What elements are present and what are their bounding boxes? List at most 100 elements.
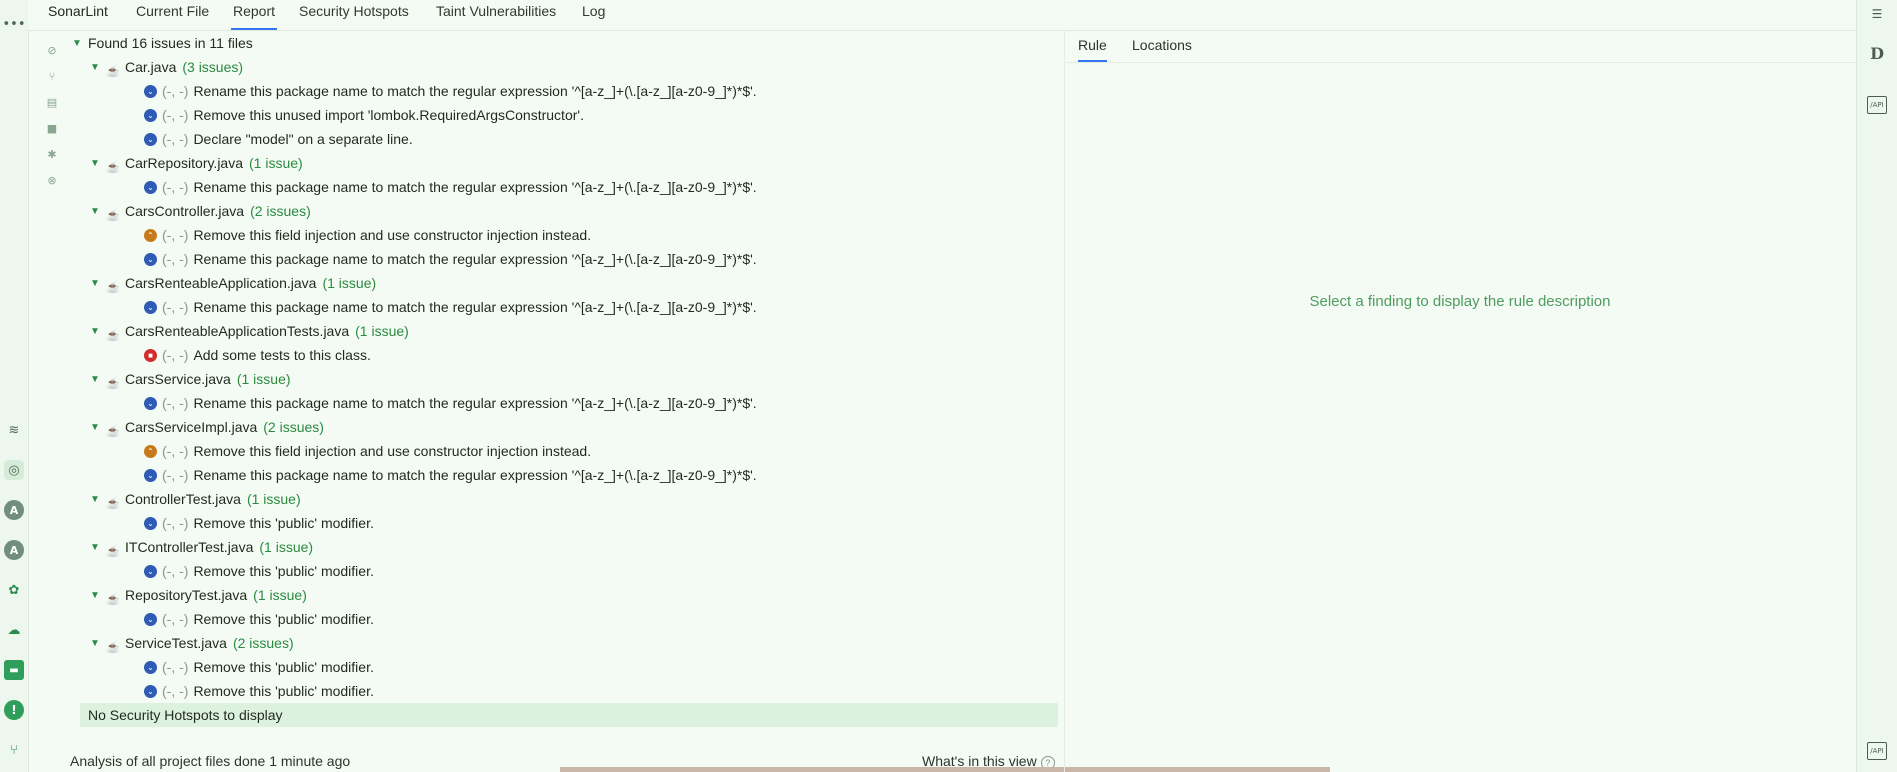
issue-row[interactable]: ⌄ (-, -) Remove this 'public' modifier. <box>144 656 374 680</box>
issue-count: (2 issues) <box>232 635 294 651</box>
severity-minor-icon: ⌄ <box>144 564 157 578</box>
file-name: Car.java <box>125 59 177 75</box>
file-name: CarRepository.java <box>125 155 244 171</box>
clear-icon[interactable]: ⊗ <box>44 172 60 188</box>
java-file-icon: ☕ <box>106 66 120 79</box>
chevron-down-icon[interactable]: ▼ <box>88 61 102 75</box>
file-node[interactable]: ▼ ☕ CarsController.java (2 issues) <box>88 200 311 224</box>
file-node[interactable]: ▼ ☕ CarsRenteableApplication.java (1 issue) <box>88 272 376 296</box>
chevron-down-icon[interactable]: ▼ <box>88 541 102 555</box>
settings-tools-icon[interactable]: ✱ <box>44 146 60 162</box>
ai-assistant-icon[interactable]: A <box>4 500 24 520</box>
folder-scope-icon[interactable]: ▤ <box>44 94 60 110</box>
vcs-changes-icon[interactable]: ⑂ <box>44 68 60 84</box>
issue-count: (1 issue) <box>355 323 409 339</box>
plugin-icon[interactable]: ✿ <box>4 580 24 600</box>
file-node[interactable]: ▼ ☕ ITControllerTest.java (1 issue) <box>88 536 313 560</box>
chevron-down-icon[interactable]: ▼ <box>88 493 102 507</box>
issue-row[interactable]: ■ (-, -) Add some tests to this class. <box>144 344 371 368</box>
severity-minor-icon: ⌄ <box>144 132 157 146</box>
file-name: ServiceTest.java <box>125 635 227 651</box>
file-node[interactable]: ▼ ☕ RepositoryTest.java (1 issue) <box>88 584 307 608</box>
chevron-down-icon[interactable]: ▼ <box>88 325 102 339</box>
issue-location: (-, -) <box>162 611 189 627</box>
panel-divider[interactable] <box>1064 30 1065 772</box>
java-file-icon: ☕ <box>106 594 120 607</box>
issue-count: (3 issues) <box>182 59 244 75</box>
issue-message: Remove this field injection and use cons… <box>193 443 592 459</box>
severity-minor-icon: ⌄ <box>144 300 157 314</box>
ai-assistant-alt-icon[interactable]: A <box>4 540 24 560</box>
issue-row[interactable]: ⌄ (-, -) Remove this 'public' modifier. <box>144 560 374 584</box>
issue-row[interactable]: ⌄ (-, -) Rename this package name to match… <box>144 392 757 416</box>
file-node[interactable]: ▼ ☕ ServiceTest.java (2 issues) <box>88 632 294 656</box>
issue-row[interactable]: ⌄ (-, -) Remove this 'public' modifier. <box>144 608 374 632</box>
severity-minor-icon: ⌄ <box>144 108 157 122</box>
stop-icon[interactable]: ■ <box>44 120 60 136</box>
issue-row[interactable]: ⌄ (-, -) Remove this 'public' modifier. <box>144 512 374 536</box>
file-node[interactable]: ▼ ☕ Car.java (3 issues) <box>88 56 243 80</box>
chevron-down-icon[interactable]: ▼ <box>88 157 102 171</box>
chevron-down-icon[interactable]: ▼ <box>88 589 102 603</box>
sonarlint-icon[interactable]: ◎ <box>4 460 24 480</box>
file-name: ControllerTest.java <box>125 491 241 507</box>
tab-locations[interactable]: Locations <box>1132 32 1192 60</box>
issue-message: Rename this package name to match the re… <box>193 179 757 195</box>
chevron-down-icon[interactable]: ▼ <box>88 205 102 219</box>
chevron-down-icon[interactable]: ▼ <box>88 637 102 651</box>
git-icon[interactable]: ⑂ <box>4 740 24 760</box>
issue-row[interactable]: ⌄ (-, -) Rename this package name to match… <box>144 248 757 272</box>
api-icon[interactable]: /API <box>1867 96 1887 114</box>
tab-report[interactable]: Report <box>231 0 278 30</box>
chevron-down-icon[interactable]: ▼ <box>88 373 102 387</box>
issue-row[interactable]: ⌄ (-, -) Declare "model" on a separate lin… <box>144 128 413 152</box>
issue-location: (-, -) <box>162 131 189 147</box>
issue-row[interactable]: ⌃ (-, -) Remove this field injection and u… <box>144 440 591 464</box>
file-node[interactable]: ▼ ☕ ControllerTest.java (1 issue) <box>88 488 301 512</box>
chevron-down-icon[interactable]: ▼ <box>88 421 102 435</box>
issue-row[interactable]: ⌃ (-, -) Remove this field injection and u… <box>144 224 591 248</box>
layers-icon[interactable]: ≋ <box>4 420 24 440</box>
tab-taint-vulnerabilities[interactable]: Taint Vulnerabilities <box>434 0 558 30</box>
problems-icon[interactable]: ! <box>4 700 24 720</box>
issue-row[interactable]: ⌄ (-, -) Remove this 'public' modifier. <box>144 680 374 704</box>
tab-rule[interactable]: Rule <box>1078 32 1107 62</box>
api-bottom-icon[interactable]: /API <box>1867 742 1887 760</box>
issue-message: Rename this package name to match the re… <box>193 83 757 99</box>
tab-log[interactable]: Log <box>580 0 607 30</box>
issue-message: Declare "model" on a separate line. <box>193 131 413 147</box>
file-node[interactable]: ▼ ☕ CarsServiceImpl.java (2 issues) <box>88 416 324 440</box>
issue-location: (-, -) <box>162 467 189 483</box>
issue-message: Rename this package name to match the re… <box>193 299 757 315</box>
file-node[interactable]: ▼ ☕ CarRepository.java (1 issue) <box>88 152 303 176</box>
severity-blocker-icon: ■ <box>144 348 157 362</box>
file-node[interactable]: ▼ ☕ CarsRenteableApplicationTests.java (1 i… <box>88 320 409 344</box>
summary-text: Found 16 issues in 11 files <box>88 35 253 51</box>
issue-row[interactable]: ⌄ (-, -) Rename this package name to match… <box>144 296 757 320</box>
issue-message: Remove this 'public' modifier. <box>193 515 374 531</box>
file-node[interactable]: ▼ ☕ CarsService.java (1 issue) <box>88 368 290 392</box>
java-file-icon: ☕ <box>106 498 120 511</box>
issue-count: (1 issue) <box>253 587 307 603</box>
issue-row[interactable]: ⌄ (-, -) Rename this package name to match… <box>144 464 757 488</box>
chevron-down-icon[interactable]: ▼ <box>70 37 84 51</box>
issue-count: (1 issue) <box>246 491 301 507</box>
analyze-icon[interactable]: ⊘ <box>44 42 60 58</box>
more-icon[interactable]: ••• <box>3 14 26 34</box>
issue-count: (1 issue) <box>249 155 303 171</box>
chevron-down-icon[interactable]: ▼ <box>88 277 102 291</box>
terminal-icon[interactable]: ▬ <box>4 660 24 680</box>
issue-row[interactable]: ⌄ (-, -) Rename this package name to match… <box>144 80 757 104</box>
issue-location: (-, -) <box>162 563 189 579</box>
database-d-icon[interactable]: D <box>1867 43 1887 63</box>
tree-root[interactable]: ▼ Found 16 issues in 11 files <box>70 32 253 56</box>
structure-icon[interactable]: ☰ <box>1867 4 1887 24</box>
issue-row[interactable]: ⌄ (-, -) Remove this unused import 'lombok… <box>144 104 584 128</box>
issue-row[interactable]: ⌄ (-, -) Rename this package name to match… <box>144 176 757 200</box>
tab-current-file[interactable]: Current File <box>134 0 211 30</box>
java-file-icon: ☕ <box>106 162 120 175</box>
database-icon[interactable]: ☁ <box>4 620 24 640</box>
file-name: RepositoryTest.java <box>125 587 248 603</box>
severity-minor-icon: ⌄ <box>144 180 157 194</box>
tab-security-hotspots[interactable]: Security Hotspots <box>297 0 411 30</box>
